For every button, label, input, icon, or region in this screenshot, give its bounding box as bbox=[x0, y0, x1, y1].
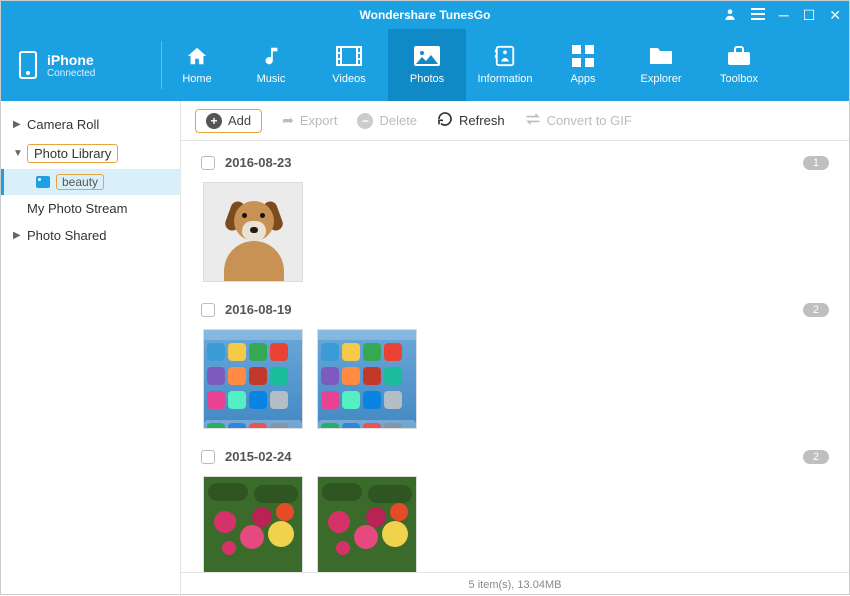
export-icon: ➦ bbox=[282, 112, 294, 129]
group-checkbox[interactable] bbox=[201, 303, 215, 317]
group-date: 2015-02-24 bbox=[225, 449, 292, 464]
sidebar-item-photo-shared[interactable]: ▶ Photo Shared bbox=[1, 222, 180, 249]
explorer-icon bbox=[647, 45, 675, 67]
picture-icon bbox=[36, 176, 50, 188]
tab-information-label: Information bbox=[477, 73, 532, 85]
photo-thumbnail[interactable] bbox=[317, 476, 417, 572]
caret-right-icon: ▶ bbox=[13, 119, 21, 130]
minimize-button[interactable]: ─ bbox=[779, 8, 789, 22]
tab-music-label: Music bbox=[257, 73, 286, 85]
apps-icon bbox=[569, 45, 597, 67]
nav-bar: iPhone Connected Home Music Videos Photo… bbox=[1, 29, 849, 101]
delete-button[interactable]: − Delete bbox=[357, 113, 417, 129]
tab-photos-label: Photos bbox=[410, 73, 444, 85]
tab-explorer-label: Explorer bbox=[641, 73, 682, 85]
device-box[interactable]: iPhone Connected bbox=[1, 29, 161, 101]
group-date: 2016-08-19 bbox=[225, 302, 292, 317]
refresh-button[interactable]: Refresh bbox=[437, 111, 505, 130]
tab-music[interactable]: Music bbox=[232, 29, 310, 101]
group-header: 2016-08-23 1 bbox=[201, 151, 829, 174]
main-panel: + Add ➦ Export − Delete Refresh Convert … bbox=[181, 101, 849, 596]
group-header: 2016-08-19 2 bbox=[201, 298, 829, 321]
add-button[interactable]: + Add bbox=[195, 109, 262, 133]
convert-to-gif-button[interactable]: Convert to GIF bbox=[525, 112, 632, 129]
photo-thumbnail[interactable] bbox=[203, 476, 303, 572]
group-checkbox[interactable] bbox=[201, 450, 215, 464]
tab-toolbox[interactable]: Toolbox bbox=[700, 29, 778, 101]
toolbox-icon bbox=[725, 45, 753, 67]
group-header: 2015-02-24 2 bbox=[201, 445, 829, 468]
photo-thumbnail[interactable] bbox=[203, 329, 303, 429]
export-label: Export bbox=[300, 113, 338, 128]
refresh-icon bbox=[437, 111, 453, 130]
tab-home-label: Home bbox=[182, 73, 211, 85]
phone-icon bbox=[19, 51, 37, 79]
delete-label: Delete bbox=[379, 113, 417, 128]
sidebar-label: Photo Shared bbox=[27, 228, 107, 243]
videos-icon bbox=[335, 45, 363, 67]
tab-apps-label: Apps bbox=[570, 73, 595, 85]
group-date: 2016-08-23 bbox=[225, 155, 292, 170]
status-bar: 5 item(s), 13.04MB bbox=[181, 572, 849, 596]
tab-photos[interactable]: Photos bbox=[388, 29, 466, 101]
photo-thumbnail[interactable] bbox=[317, 329, 417, 429]
export-button[interactable]: ➦ Export bbox=[282, 112, 337, 129]
photo-thumbnail[interactable] bbox=[203, 182, 303, 282]
convert-label: Convert to GIF bbox=[547, 113, 632, 128]
device-name: iPhone bbox=[47, 52, 95, 68]
tab-information[interactable]: Information bbox=[466, 29, 544, 101]
group-count-badge: 1 bbox=[803, 156, 829, 170]
convert-icon bbox=[525, 112, 541, 129]
refresh-label: Refresh bbox=[459, 113, 505, 128]
close-button[interactable]: ✕ bbox=[829, 8, 841, 22]
device-status: Connected bbox=[47, 68, 95, 79]
add-label: Add bbox=[228, 113, 251, 128]
music-icon bbox=[257, 45, 285, 67]
minus-icon: − bbox=[357, 113, 373, 129]
status-text: 5 item(s), 13.04MB bbox=[469, 579, 562, 591]
toolbar: + Add ➦ Export − Delete Refresh Convert … bbox=[181, 101, 849, 141]
tab-videos[interactable]: Videos bbox=[310, 29, 388, 101]
tab-toolbox-label: Toolbox bbox=[720, 73, 758, 85]
sidebar: ▶ Camera Roll ▼ Photo Library beauty My … bbox=[1, 101, 181, 596]
maximize-button[interactable]: ☐ bbox=[803, 8, 816, 22]
sidebar-item-camera-roll[interactable]: ▶ Camera Roll bbox=[1, 111, 180, 138]
sidebar-label: beauty bbox=[56, 174, 104, 190]
sidebar-item-photo-library[interactable]: ▼ Photo Library bbox=[1, 138, 180, 169]
photo-content[interactable]: 2016-08-23 1 2016-08-19 2 bbox=[181, 141, 849, 572]
app-title: Wondershare TunesGo bbox=[360, 8, 491, 22]
group-checkbox[interactable] bbox=[201, 156, 215, 170]
group-count-badge: 2 bbox=[803, 450, 829, 464]
user-icon[interactable] bbox=[723, 7, 737, 23]
tab-home[interactable]: Home bbox=[162, 29, 232, 101]
sidebar-label: My Photo Stream bbox=[27, 201, 127, 216]
tab-videos-label: Videos bbox=[332, 73, 365, 85]
photos-icon bbox=[413, 45, 441, 67]
caret-down-icon: ▼ bbox=[13, 148, 21, 159]
home-icon bbox=[183, 45, 211, 67]
group-count-badge: 2 bbox=[803, 303, 829, 317]
menu-icon[interactable] bbox=[751, 8, 765, 22]
nav-tabs: Home Music Videos Photos Information App… bbox=[162, 29, 849, 101]
tab-apps[interactable]: Apps bbox=[544, 29, 622, 101]
tab-explorer[interactable]: Explorer bbox=[622, 29, 700, 101]
sidebar-item-my-photo-stream[interactable]: My Photo Stream bbox=[1, 195, 180, 222]
information-icon bbox=[491, 45, 519, 67]
sidebar-label: Photo Library bbox=[27, 144, 118, 163]
caret-right-icon: ▶ bbox=[13, 230, 21, 241]
title-bar: Wondershare TunesGo ─ ☐ ✕ bbox=[1, 1, 849, 29]
sidebar-label: Camera Roll bbox=[27, 117, 99, 132]
sidebar-item-beauty[interactable]: beauty bbox=[1, 169, 180, 195]
window-controls: ─ ☐ ✕ bbox=[723, 7, 841, 23]
plus-icon: + bbox=[206, 113, 222, 129]
